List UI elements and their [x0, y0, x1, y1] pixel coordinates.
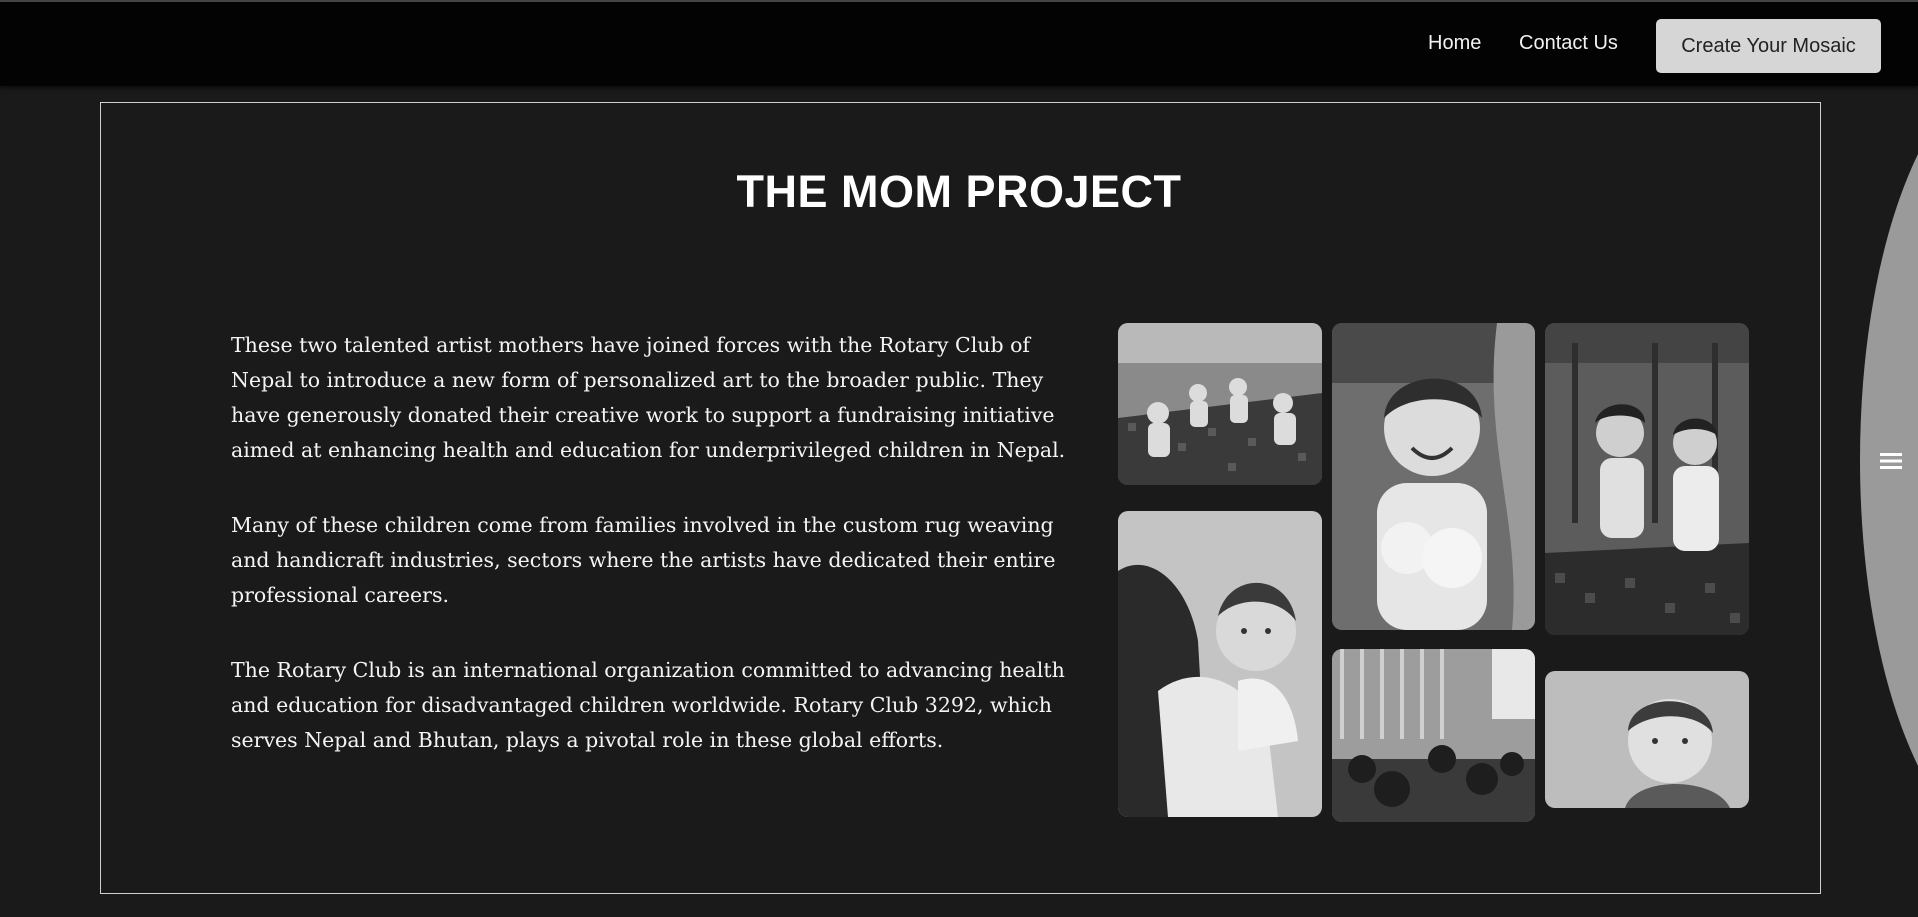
paragraph-artists: These two talented artist mothers have j… [231, 333, 1066, 462]
project-description: These two talented artist mothers have j… [231, 328, 1071, 798]
nav-contact-us-link[interactable]: Contact Us [1519, 32, 1618, 55]
photo-children-in-classroom [1332, 649, 1535, 822]
photo-smiling-girl-with-teddy [1332, 323, 1535, 630]
hamburger-menu-icon[interactable] [1878, 449, 1904, 473]
photo-children-praying [1545, 323, 1749, 635]
page-title: THE MOM PROJECT [736, 166, 1182, 217]
paragraph-families: Many of these children come from familie… [231, 513, 1056, 607]
photo-children-group-on-rug [1118, 323, 1322, 485]
photo-mother-kissing-baby [1118, 511, 1322, 817]
paragraph-rotary: The Rotary Club is an international orga… [231, 658, 1065, 752]
site-header: Home Contact Us Create Your Mosaic [0, 0, 1918, 86]
create-your-mosaic-button[interactable]: Create Your Mosaic [1656, 19, 1881, 73]
photo-baby-portrait [1545, 671, 1749, 808]
nav-home-link[interactable]: Home [1428, 32, 1481, 55]
